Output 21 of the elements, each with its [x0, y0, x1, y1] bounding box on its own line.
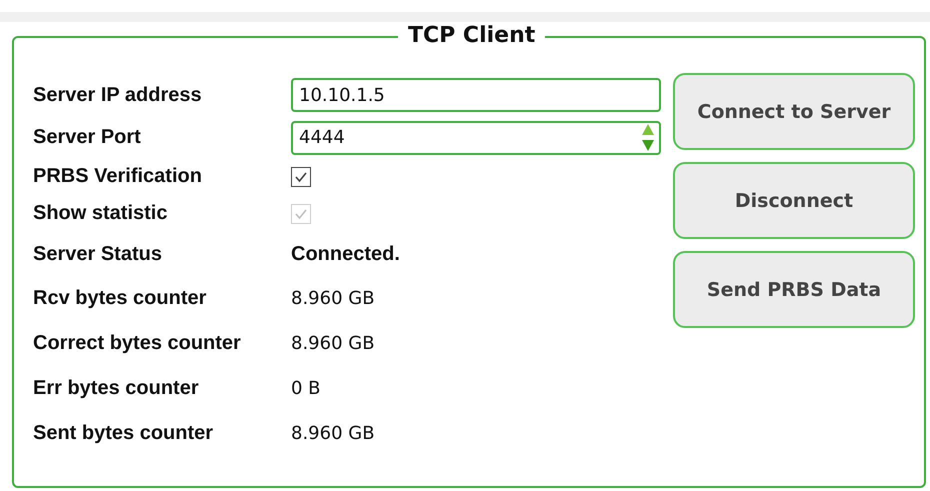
counter-value: 8.960 GB — [291, 423, 375, 444]
field-label: Server Status — [33, 242, 163, 266]
action-button[interactable]: Disconnect — [673, 162, 915, 239]
field-label: Rcv bytes counter — [33, 287, 208, 310]
field-label: Correct bytes counter — [33, 332, 242, 355]
field-label: Sent bytes counter — [33, 422, 214, 445]
spin-arrows-icon[interactable] — [641, 122, 655, 152]
checkbox[interactable] — [291, 166, 311, 186]
field-label: PRBS Verification — [33, 165, 203, 188]
counter-value: 8.960 GB — [291, 288, 375, 309]
field-label: Server IP address — [33, 84, 203, 106]
field-label: Show statistic — [33, 202, 168, 225]
counter-value: 0 B — [291, 378, 321, 399]
ip-address-field[interactable]: 10.10.1.5 — [291, 78, 661, 112]
counter-value: 8.960 GB — [291, 333, 375, 354]
action-button[interactable]: Connect to Server — [673, 73, 915, 150]
field-label: Err bytes counter — [33, 377, 200, 400]
status-value: Connected. — [291, 242, 400, 266]
action-button[interactable]: Send PRBS Data — [673, 251, 915, 328]
port-spinbox[interactable]: 4444 — [291, 120, 661, 154]
field-label: Server Port — [33, 126, 142, 149]
